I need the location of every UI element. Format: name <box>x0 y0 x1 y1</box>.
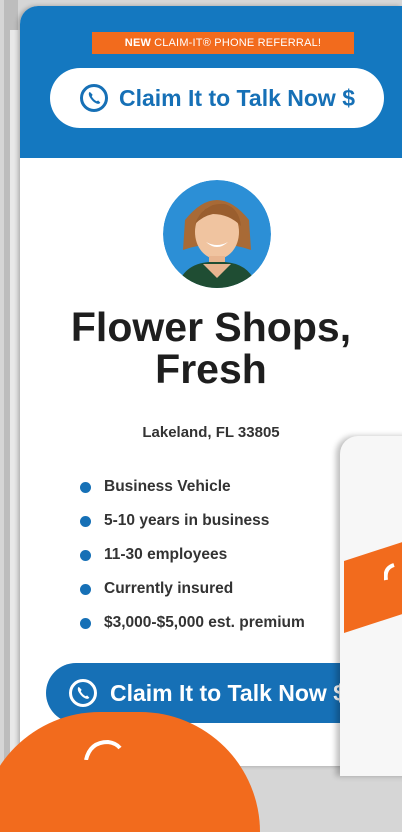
claim-button-top-label: Claim It to Talk Now $ <box>119 84 355 111</box>
business-title: Flower Shops, Fresh <box>70 304 352 392</box>
business-location: Lakeland, FL 33805 <box>142 424 280 441</box>
promo-text: CLAIM-IT® PHONE REFERRAL! <box>154 37 322 49</box>
bullet-dot <box>80 481 91 493</box>
feature-text: Business Vehicle <box>104 478 231 495</box>
feature-item: $3,000-$5,000 est. premium <box>80 606 305 640</box>
bullet-dot <box>80 617 91 629</box>
claim-button-top[interactable]: Claim It to Talk Now $ <box>50 68 384 128</box>
bullet-dot <box>80 583 91 595</box>
promo-new-label: NEW <box>124 37 152 49</box>
phone-icon <box>68 678 98 708</box>
feature-text: Currently insured <box>104 580 234 597</box>
person-avatar <box>163 180 271 288</box>
feature-text: 11-30 employees <box>104 546 228 563</box>
feature-text: 5-10 years in business <box>104 512 270 529</box>
card-header: NEW CLAIM-IT® PHONE REFERRAL! Claim It to… <box>20 6 402 158</box>
bullet-dot <box>80 515 91 527</box>
claim-button-bottom-label: Claim It to Talk Now $ <box>110 679 346 706</box>
bullet-dot <box>80 549 91 561</box>
feature-list: Business Vehicle 5-10 years in business … <box>80 470 305 640</box>
promo-badge: NEW CLAIM-IT® PHONE REFERRAL! <box>92 32 354 54</box>
floating-phone-icon <box>84 739 122 760</box>
feature-item: Business Vehicle <box>80 470 305 504</box>
feature-text: $3,000-$5,000 est. premium <box>104 614 305 631</box>
ribbon-partial-icon <box>384 563 395 581</box>
phone-icon <box>79 83 109 113</box>
feature-item: 5-10 years in business <box>80 504 305 538</box>
feature-item: Currently insured <box>80 572 305 606</box>
feature-item: 11-30 employees <box>80 538 305 572</box>
